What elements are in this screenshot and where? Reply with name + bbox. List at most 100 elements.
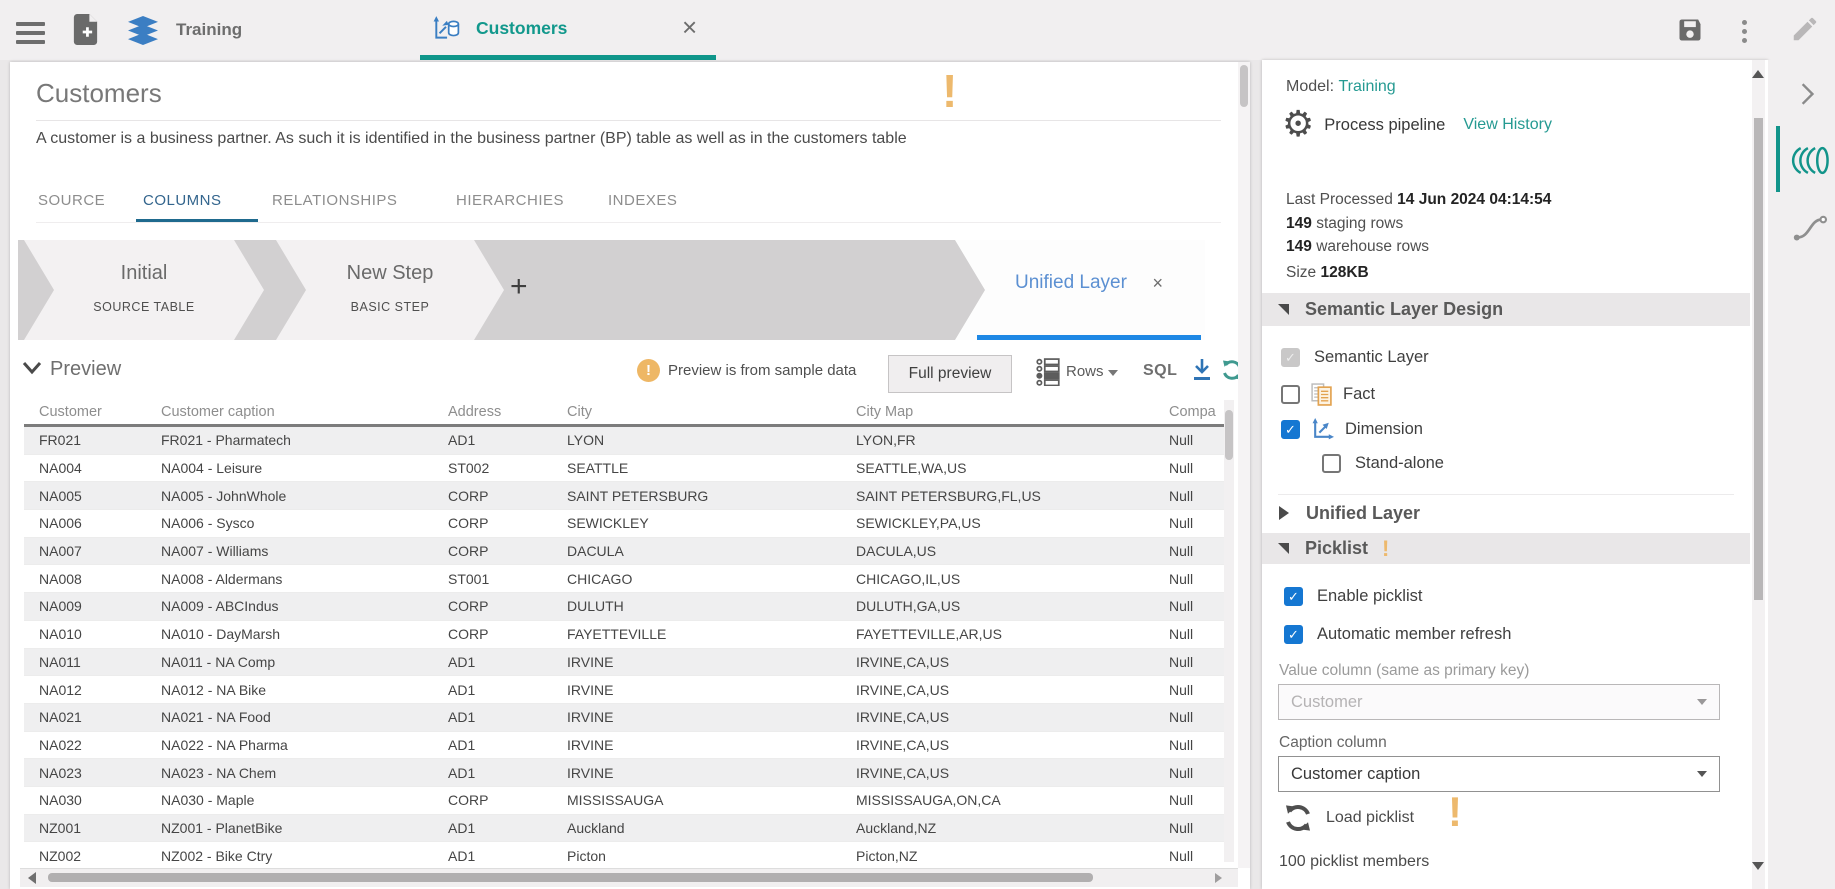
panel-scrollbar-thumb[interactable] [1240,65,1248,107]
column-header[interactable]: Customer [24,400,146,424]
sample-warning-icon: ! [637,359,660,382]
cell: Auckland,NZ [856,819,937,836]
tab-source[interactable]: SOURCE [38,192,105,209]
horizontal-scrollbar-thumb[interactable] [48,873,1093,882]
stand-alone-checkbox[interactable] [1322,454,1341,473]
hamburger-menu-icon[interactable] [16,17,45,49]
cell: AD1 [448,764,476,781]
pipeline-step-new-step[interactable]: New Step BASIC STEP [276,240,504,340]
column-header[interactable]: Compa [1154,400,1224,424]
column-header[interactable]: Customer caption [146,400,433,424]
load-picklist-button[interactable]: Load picklist [1326,809,1414,827]
auto-refresh-row: ✓ Automatic member refresh [1284,625,1511,644]
table-properties-rail-icon[interactable] [1790,145,1830,181]
table-row[interactable]: NA030 NA030 - Maple CORP MISSISSAUGA MISSISS… [24,786,1224,815]
preview-collapse-icon[interactable] [20,358,44,383]
pipeline-step-initial[interactable]: Initial SOURCE TABLE [24,240,264,340]
rows-dropdown-caret-icon[interactable] [1108,370,1118,376]
fact-checkbox[interactable] [1281,385,1300,404]
cell: FAYETTEVILLE,AR,US [856,626,1003,643]
cell: Null [1169,819,1194,836]
tab-relationships[interactable]: RELATIONSHIPS [272,192,397,209]
column-header[interactable]: City [552,400,841,424]
pipeline-rail-icon[interactable] [1792,210,1828,251]
table-row[interactable]: NA006 NA006 - Sysco CORP SEWICKLEY SEWICKLEY… [24,510,1224,538]
semantic-layer-checkbox[interactable]: ✓ [1281,348,1300,367]
full-preview-button[interactable]: Full preview [888,355,1012,393]
cell: NZ002 - Bike Ctry [161,847,273,864]
download-icon[interactable] [1192,358,1212,387]
tab-hierarchies[interactable]: HIERARCHIES [456,192,564,209]
model-name-link[interactable]: Training [1338,78,1395,95]
rows-list-icon[interactable] [1036,358,1060,391]
auto-refresh-checkbox[interactable]: ✓ [1284,625,1303,644]
edit-pencil-icon[interactable] [1790,14,1820,49]
cell: DULUTH,GA,US [856,598,961,615]
table-row[interactable]: NA008 NA008 - Aldermans ST001 CHICAGO CHICAG… [24,565,1224,594]
cell: NA021 [39,709,82,726]
panel-vertical-scrollbar[interactable] [1238,62,1250,868]
workspace-label[interactable]: Training [176,20,242,40]
table-row[interactable]: NA023 NA023 - NA Chem AD1 IRVINE IRVINE,CA,U… [24,759,1224,787]
process-pipeline-button[interactable]: Process pipeline [1324,116,1445,135]
main-panel: Customers ! A customer is a business par… [10,62,1250,889]
save-icon[interactable] [1676,16,1704,49]
model-line: Model: Training [1286,78,1396,96]
new-document-icon[interactable] [72,14,99,50]
view-history-link[interactable]: View History [1463,116,1552,134]
section-expanded-icon[interactable] [1278,304,1289,315]
tab-columns[interactable]: COLUMNS [143,192,222,209]
more-options-kebab-icon[interactable] [1742,16,1747,47]
section-divider [1278,494,1734,495]
cell: CHICAGO,IL,US [856,570,961,587]
table-row[interactable]: NA009 NA009 - ABCIndus CORP DULUTH DULUTH,GA… [24,593,1224,621]
scroll-left-arrow-icon[interactable] [28,872,36,884]
column-header[interactable]: Address [433,400,552,424]
cell: ST002 [448,460,490,477]
section-title: Semantic Layer Design [1305,299,1504,319]
section-expanded-icon[interactable] [1278,543,1289,554]
column-header[interactable]: City Map [841,400,1154,424]
scroll-down-arrow-icon[interactable] [1752,862,1764,870]
section-unified-layer[interactable]: Unified Layer [1262,498,1750,528]
tab-indexes[interactable]: INDEXES [608,192,677,209]
table-vertical-scrollbar[interactable] [1224,400,1234,862]
table-row[interactable]: NA022 NA022 - NA Pharma AD1 IRVINE IRVINE,CA… [24,731,1224,760]
table-row[interactable]: NA007 NA007 - Williams CORP DACULA DACULA,US… [24,537,1224,566]
tab-customers[interactable]: Customers [476,18,567,39]
pipeline-step-unified-layer[interactable]: Unified Layer × [955,240,1205,340]
table-row[interactable]: FR021 FR021 - Pharmatech AD1 LYON LYON,FR Nul… [24,427,1224,455]
table-row[interactable]: NZ001 NZ001 - PlanetBike AD1 Auckland Auckla… [24,814,1224,843]
table-row[interactable]: NA010 NA010 - DayMarsh CORP FAYETTEVILLE FAY… [24,620,1224,649]
table-row[interactable]: NA005 NA005 - JohnWhole CORP SAINT PETERSBU… [24,482,1224,511]
value-column-dropdown[interactable]: Customer [1278,684,1720,720]
section-collapsed-icon[interactable] [1279,506,1289,520]
dimension-checkbox[interactable]: ✓ [1281,420,1300,439]
table-row[interactable]: NZ002 NZ002 - Bike Ctry AD1 Picton Picton,NZ… [24,842,1224,866]
sql-button[interactable]: SQL [1143,362,1177,380]
dropdown-caret-icon [1697,771,1707,777]
cell: FR021 - Pharmatech [161,432,291,449]
horizontal-scrollbar[interactable] [20,868,1238,887]
sample-warning-text: Preview is from sample data [668,362,857,379]
scroll-right-arrow-icon[interactable] [1215,873,1222,883]
load-picklist-icon[interactable] [1282,802,1314,834]
sidebar-scrollbar[interactable] [1752,60,1765,889]
table-scrollbar-thumb[interactable] [1225,410,1233,460]
scroll-up-arrow-icon[interactable] [1752,70,1764,78]
table-row[interactable]: NA004 NA004 - Leisure ST002 SEATTLE SEATTLE,… [24,454,1224,483]
add-step-button[interactable]: + [510,270,528,304]
sidebar-scrollbar-thumb[interactable] [1754,118,1763,600]
table-row[interactable]: NA021 NA021 - NA Food AD1 IRVINE IRVINE,CA,U… [24,703,1224,732]
enable-picklist-checkbox[interactable]: ✓ [1284,587,1303,606]
collapse-panel-chevron-icon[interactable] [1796,82,1818,111]
tab-close-icon[interactable]: × [682,14,697,40]
rows-dropdown[interactable]: Rows [1066,363,1104,380]
section-picklist[interactable]: Picklist ! [1262,533,1750,564]
model-layers-icon[interactable] [128,16,158,50]
table-row[interactable]: NA011 NA011 - NA Comp AD1 IRVINE IRVINE,CA,U… [24,648,1224,677]
caption-column-dropdown[interactable]: Customer caption [1278,756,1720,792]
unified-layer-close-icon[interactable]: × [1152,273,1163,294]
table-row[interactable]: NA012 NA012 - NA Bike AD1 IRVINE IRVINE,CA,U… [24,676,1224,704]
section-semantic-layer-design[interactable]: Semantic Layer Design [1262,293,1750,326]
